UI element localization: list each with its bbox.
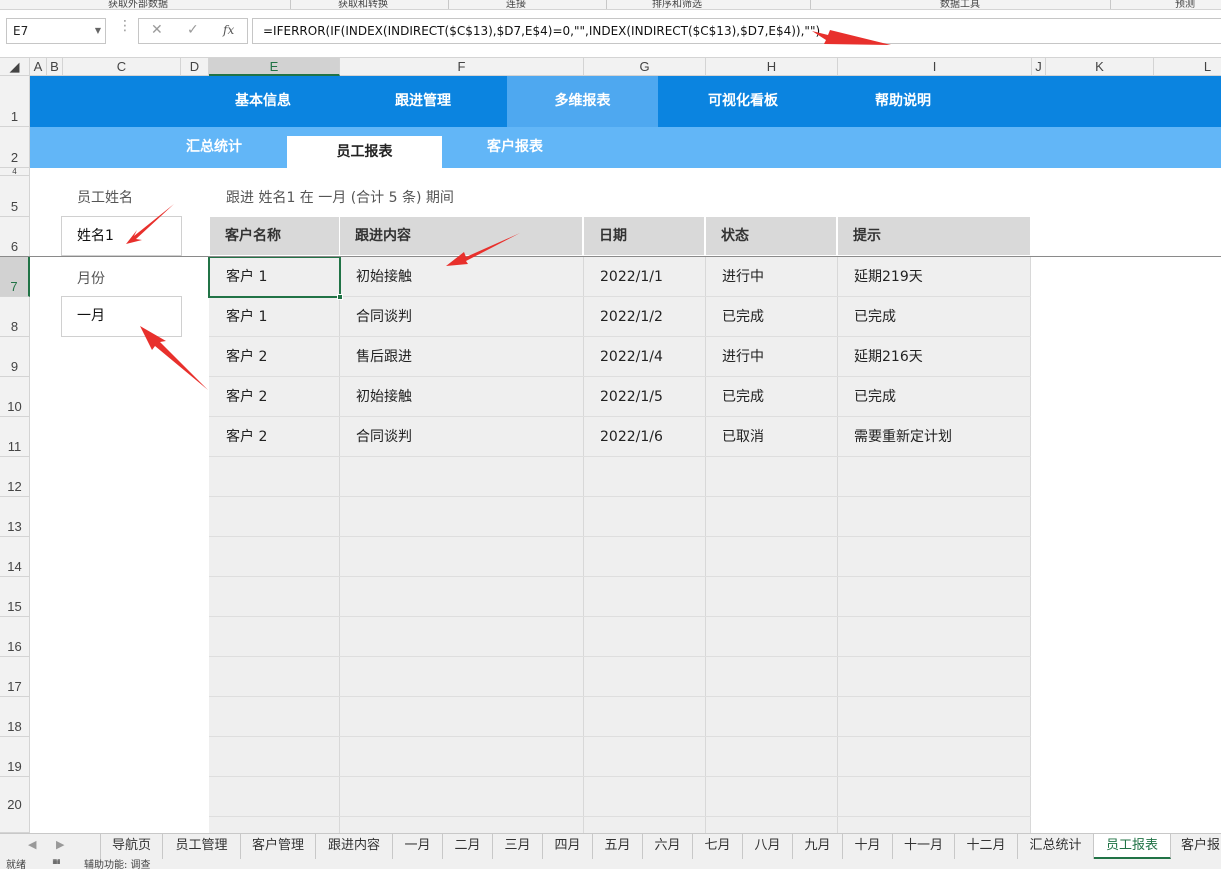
tab-导航页[interactable]: 导航页 (100, 834, 163, 859)
tab-员工管理[interactable]: 员工管理 (163, 834, 241, 859)
tab-十一月[interactable]: 十一月 (893, 834, 955, 859)
tab-员工报表[interactable]: 员工报表 (1094, 834, 1171, 859)
tab-九月[interactable]: 九月 (793, 834, 843, 859)
tab-scroll-right-icon[interactable]: ▶ (56, 838, 64, 851)
tab-二月[interactable]: 二月 (443, 834, 493, 859)
tab-七月[interactable]: 七月 (693, 834, 743, 859)
tab-一月[interactable]: 一月 (393, 834, 443, 859)
tab-四月[interactable]: 四月 (543, 834, 593, 859)
tab-汇总统计[interactable]: 汇总统计 (1018, 834, 1094, 859)
tab-五月[interactable]: 五月 (593, 834, 643, 859)
tab-客户管理[interactable]: 客户管理 (241, 834, 316, 859)
arrow-to-table-icon (446, 233, 520, 266)
accessibility-status[interactable]: 辅助功能: 调查 (84, 859, 151, 869)
tab-三月[interactable]: 三月 (493, 834, 543, 859)
tab-十月[interactable]: 十月 (843, 834, 893, 859)
sheet-tab-nav: ◀ ▶ (0, 834, 100, 859)
tab-scroll-left-icon[interactable]: ◀ (28, 838, 36, 851)
arrow-to-month-input-icon (140, 326, 208, 390)
arrow-to-employee-input-icon (126, 204, 174, 244)
status-bar: 就绪 ▦ 辅助功能: 调查 (0, 859, 1221, 869)
macro-record-icon[interactable]: ▦ (52, 859, 61, 866)
tab-跟进内容[interactable]: 跟进内容 (316, 834, 393, 859)
sheet-tab-bar: ◀ ▶ 导航页 员工管理 客户管理 跟进内容 一月 二月 三月 四月 五月 六月… (0, 833, 1221, 859)
tab-客户报表[interactable]: 客户报 (1171, 834, 1221, 859)
tab-六月[interactable]: 六月 (643, 834, 693, 859)
tab-十二月[interactable]: 十二月 (955, 834, 1018, 859)
arrow-to-formula-icon (812, 30, 891, 45)
status-ready: 就绪 (6, 860, 26, 869)
annotation-arrows (126, 30, 891, 390)
tab-八月[interactable]: 八月 (743, 834, 793, 859)
